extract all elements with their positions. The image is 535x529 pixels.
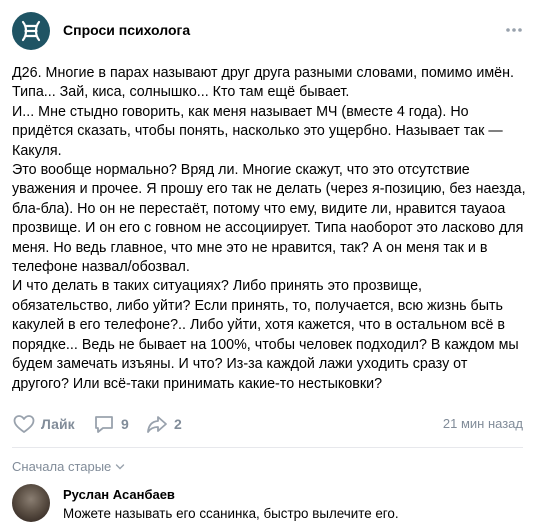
post-actions: Лайк 9 2 21 мин назад [12, 412, 523, 436]
post-line: прозвище. И он его с говном не ассоцииру… [12, 220, 524, 237]
post-line: Это вообще нормально? Вряд ли. Многие ск… [12, 162, 470, 179]
comments-button[interactable]: 9 [92, 412, 129, 436]
post-line: телефоне назвал/обозвал. [12, 259, 190, 276]
group-avatar[interactable] [12, 12, 50, 50]
more-horizontal-icon[interactable] [504, 20, 524, 40]
shares-count: 2 [174, 416, 182, 432]
like-button[interactable]: Лайк [12, 412, 75, 436]
post-line: И что делать в таких ситуациях? Либо при… [12, 278, 423, 295]
post-time[interactable]: 21 мин назад [443, 416, 523, 431]
comment-icon [95, 416, 113, 433]
post-header: Спроси психолога [0, 0, 535, 62]
share-button[interactable]: 2 [145, 412, 182, 436]
post-line: Д26. Многие в парах называют друг друга … [12, 65, 514, 81]
comment-avatar[interactable] [12, 484, 50, 522]
post-line: меня. Но ведь главное, что мне это не нр… [12, 239, 488, 256]
post-text: Д26. Многие в парах называют друг друга … [12, 64, 527, 394]
heart-icon [13, 415, 35, 433]
post-line: обязательство, либо уйти? Если принять, … [12, 297, 503, 314]
comments-sort[interactable]: Сначала старые [12, 459, 125, 474]
sort-label: Сначала старые [12, 459, 112, 474]
post-line: будем замечать изъяны. И что? Из-за кажд… [12, 356, 468, 373]
post-line: бла-бла). Но он не перестаёт, потому что… [12, 200, 506, 217]
post-line: И... Мне стыдно говорить, как меня назыв… [12, 103, 469, 120]
post-line: другого? Или всё-таки принимать какие-то… [12, 375, 383, 392]
chevron-down-icon [116, 463, 125, 469]
group-name[interactable]: Спроси психолога [63, 22, 190, 38]
post-line: придётся сказать, чтобы понять, наскольк… [12, 123, 503, 140]
divider [12, 447, 523, 448]
post-line: уважения и прочее. Я прошу его так не де… [12, 181, 526, 198]
post-line: какулей в его телефоне?.. Либо уйти, хот… [12, 317, 506, 334]
comment-author[interactable]: Руслан Асанбаев [63, 487, 175, 502]
comments-count: 9 [121, 416, 129, 432]
group-logo-icon [21, 20, 41, 42]
post-line: Какуля. [12, 142, 62, 159]
like-label: Лайк [41, 416, 75, 432]
share-icon [147, 416, 167, 433]
post-line: Типа... Зай, киса, солнышко... Кто там е… [12, 84, 350, 101]
post-line: порядке... Ведь не бывает на 100%, чтобы… [12, 336, 519, 353]
comment-text: Можете называть его ссанинка, быстро выл… [63, 506, 399, 521]
